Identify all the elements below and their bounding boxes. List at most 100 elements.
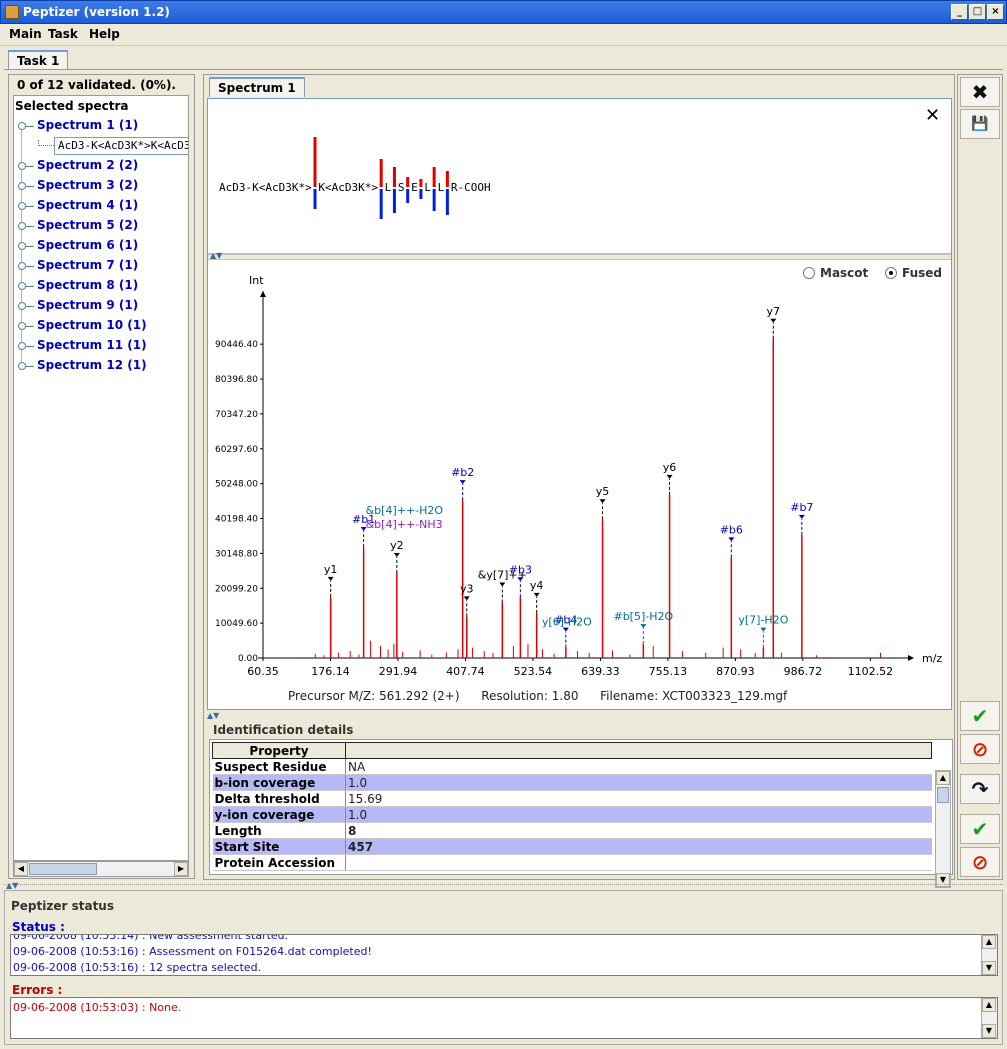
table-vertical-scrollbar[interactable]: ▲ ▼ (935, 770, 951, 888)
tree-handle-icon[interactable] (18, 242, 26, 250)
tree-item-spectrum[interactable]: Spectrum 3 (2) (18, 176, 188, 196)
errors-label: Errors : (12, 983, 63, 997)
y-ion-coverage-bar (313, 137, 317, 187)
col-header-value[interactable] (345, 742, 932, 759)
scroll-left-button[interactable]: ◀ (14, 862, 28, 876)
spectra-tree[interactable]: Selected spectra Spectrum 1 (1) Spectrum … (13, 95, 189, 861)
col-header-property[interactable]: Property (212, 742, 346, 759)
tab-task-1[interactable]: Task 1 (8, 50, 69, 70)
y-tick-label: 90446.40 (215, 340, 258, 350)
tree-item-spectrum[interactable]: Spectrum 11 (1) (18, 336, 188, 356)
tree-root-label: Selected spectra (15, 99, 129, 113)
table-row[interactable]: Length 8 (212, 822, 932, 839)
tree-item-spectrum[interactable]: Spectrum 6 (1) (18, 236, 188, 256)
peak-marker (327, 576, 334, 581)
tree-horizontal-scrollbar[interactable]: ◀ ▶ (13, 861, 189, 877)
fragment-annotation: &b[4]++-H2O (366, 504, 444, 517)
status-label: Status : (12, 920, 65, 934)
property-cell: b-ion coverage (212, 774, 346, 791)
save-button[interactable]: 💾 (960, 109, 1000, 139)
tree-handle-icon[interactable] (18, 122, 26, 130)
reject-all-button[interactable]: ⊘ (960, 847, 1000, 877)
peak-marker (770, 318, 777, 323)
scroll-down-button[interactable]: ▼ (982, 961, 996, 975)
errors-scrollbar[interactable]: ▲ ▼ (981, 998, 997, 1038)
action-toolbar: ✖ 💾 ✔ ⊘ ↷ ✔ ⊘ (957, 74, 1003, 880)
maximize-button[interactable]: □ (969, 4, 986, 20)
scroll-thumb[interactable] (29, 863, 97, 875)
tree-handle-icon[interactable] (18, 362, 26, 370)
table-row[interactable]: Suspect Residue NA (212, 758, 932, 775)
filename-info: Filename: XCT003323_129.mgf (600, 689, 788, 703)
identification-table: Property Suspect Residue NA b-ion coverage… (212, 742, 932, 871)
tree-line (26, 326, 34, 327)
precursor-info: Precursor M/Z: 561.292 (2+) (288, 689, 460, 703)
tab-spectrum-1[interactable]: Spectrum 1 (209, 77, 305, 97)
x-tick-label: 639.33 (581, 665, 620, 678)
close-window-button[interactable]: × (987, 4, 1004, 20)
table-row[interactable]: Delta threshold 15.69 (212, 790, 932, 807)
checkmark-icon: ✔ (971, 704, 989, 728)
status-log: 09-06-2008 (10:53:14) : New assessment s… (10, 934, 998, 976)
scroll-up-button[interactable]: ▲ (936, 771, 950, 785)
tree-handle-icon[interactable] (18, 322, 26, 330)
tree-handle-icon[interactable] (18, 282, 26, 290)
tree-handle-icon[interactable] (18, 222, 26, 230)
property-cell: Delta threshold (212, 790, 346, 807)
menu-main[interactable]: Main (9, 27, 42, 41)
tree-item-label: Spectrum 6 (1) (37, 238, 139, 252)
tree-item-spectrum[interactable]: Spectrum 5 (2) (18, 216, 188, 236)
split-handle[interactable]: ▲▼ (207, 711, 219, 720)
scroll-up-button[interactable]: ▲ (982, 998, 996, 1012)
tree-line (26, 186, 34, 187)
rule-button[interactable]: ↷ (960, 774, 1000, 804)
tree-item-spectrum[interactable]: Spectrum 8 (1) (18, 276, 188, 296)
peak-marker (599, 499, 606, 504)
residue-label: L (424, 181, 431, 194)
fragment-annotation: y[6]-H2O (542, 616, 592, 629)
accept-button[interactable]: ✔ (960, 701, 1000, 731)
tree-item-label: Spectrum 10 (1) (37, 318, 147, 332)
status-scrollbar[interactable]: ▲ ▼ (981, 935, 997, 975)
x-tick-label: 523.54 (514, 665, 553, 678)
property-cell: y-ion coverage (212, 806, 346, 823)
tree-handle-icon[interactable] (18, 342, 26, 350)
y-tick-label: 60297.60 (215, 445, 258, 455)
tree-handle-icon[interactable] (18, 302, 26, 310)
scroll-down-button[interactable]: ▼ (982, 1024, 996, 1038)
tree-item-spectrum[interactable]: Spectrum 2 (2) (18, 156, 188, 176)
tree-item-spectrum[interactable]: Spectrum 4 (1) (18, 196, 188, 216)
menu-help[interactable]: Help (89, 27, 120, 41)
tree-handle-icon[interactable] (18, 162, 26, 170)
tree-handle-icon[interactable] (18, 182, 26, 190)
y-tick-label: 10049.60 (215, 619, 258, 629)
close-task-button[interactable]: ✖ (960, 77, 1000, 107)
tree-handle-icon[interactable] (18, 202, 26, 210)
tree-item-spectrum[interactable]: Spectrum 1 (1) (18, 116, 188, 136)
tree-item-spectrum[interactable]: Spectrum 7 (1) (18, 256, 188, 276)
save-icon: 💾 (971, 116, 989, 132)
table-row[interactable]: Protein Accession (212, 854, 932, 871)
split-divider[interactable]: ▲▼ (208, 251, 951, 260)
status-split-handle[interactable]: ▲▼ (4, 881, 1003, 890)
errors-log: 09-06-2008 (10:53:03) : None. ▲ ▼ (10, 997, 998, 1039)
tree-item-spectrum[interactable]: Spectrum 9 (1) (18, 296, 188, 316)
table-row[interactable]: Start Site 457 (212, 838, 932, 855)
minimize-button[interactable]: _ (951, 4, 968, 20)
tree-item-spectrum[interactable]: Spectrum 10 (1) (18, 316, 188, 336)
tree-item-peptide[interactable]: AcD3-K<AcD3K*>K<AcD3K*>LSELLR-COOH (54, 137, 188, 155)
tree-handle-icon[interactable] (18, 262, 26, 270)
tree-item-label: Spectrum 2 (2) (37, 158, 139, 172)
scroll-thumb[interactable] (937, 787, 949, 803)
tree-item-spectrum[interactable]: Spectrum 12 (1) (18, 356, 188, 376)
value-cell: 1.0 (345, 806, 932, 823)
error-line: 09-06-2008 (10:53:03) : None. (13, 1001, 182, 1014)
scroll-right-button[interactable]: ▶ (174, 862, 188, 876)
menu-task[interactable]: Task (48, 27, 78, 41)
table-row[interactable]: b-ion coverage 1.0 (212, 774, 932, 791)
scroll-up-button[interactable]: ▲ (982, 935, 996, 949)
accept-all-button[interactable]: ✔ (960, 814, 1000, 844)
window-title: Peptizer (version 1.2) (23, 5, 170, 19)
reject-button[interactable]: ⊘ (960, 734, 1000, 764)
table-row[interactable]: y-ion coverage 1.0 (212, 806, 932, 823)
